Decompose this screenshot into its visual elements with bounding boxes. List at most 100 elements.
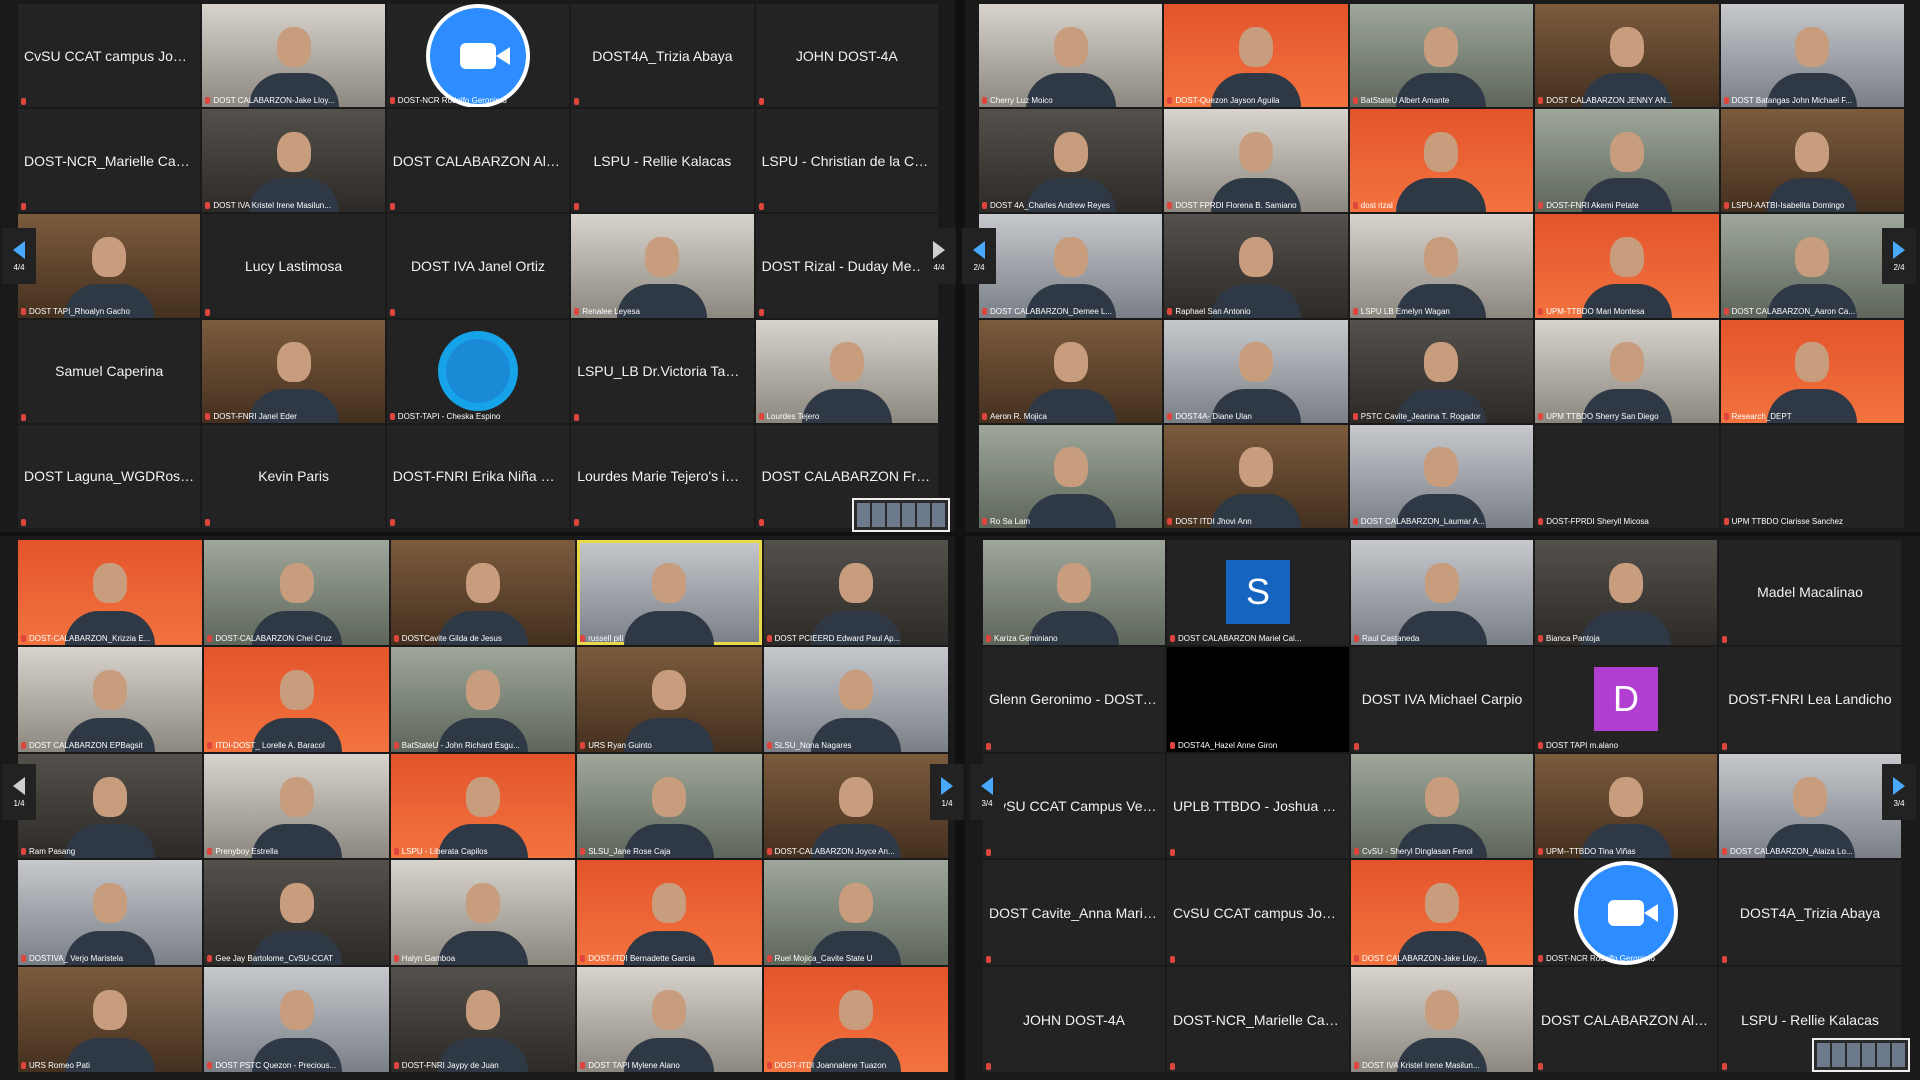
participant-tile[interactable]: Prenyboy Estrella — [204, 753, 389, 859]
participant-tile[interactable]: DOST TAPI Mylene Alano — [577, 967, 762, 1072]
participant-tile[interactable]: Raphael San Antonio — [1164, 214, 1348, 318]
next-page-button[interactable]: 4/4 — [922, 228, 956, 284]
participant-tile[interactable]: Gee Jay Bartolome_CvSU-CCAT — [204, 860, 389, 966]
prev-page-button[interactable]: 4/4 — [2, 228, 36, 284]
participant-tile[interactable]: UPM TTBDO Clarisse Sanchez — [1720, 424, 1904, 528]
participant-tile[interactable]: DOST-NCR Rodolfo Geronimo — [1535, 860, 1717, 966]
participant-tile[interactable]: BatStateU Albert Amante — [1349, 4, 1534, 108]
participant-tile[interactable]: CvSU CCAT campus John... — [1167, 860, 1349, 966]
next-page-button[interactable]: 1/4 — [930, 764, 964, 820]
next-page-button[interactable]: 2/4 — [1882, 228, 1916, 284]
participant-tile[interactable]: Madel Macalinao — [1719, 540, 1901, 645]
participant-tile[interactable]: Aeron R. Mojica — [979, 319, 1163, 423]
participant-tile[interactable]: DOST-FNRI Lea Landicho — [1719, 646, 1901, 752]
participant-tile[interactable]: russell pili — [577, 540, 762, 645]
participant-tile[interactable]: DOST CALABARZON EPBagsit — [18, 646, 203, 752]
participant-tile[interactable]: LSPU - Rellie Kalacas — [571, 109, 754, 213]
participant-tile[interactable]: Kariza Geminiano — [983, 540, 1165, 645]
participant-tile[interactable]: DOST CALABARZON Aldwi... — [1535, 967, 1717, 1072]
participant-tile[interactable]: DOST4A_Hazel Anne Giron — [1167, 646, 1349, 752]
minimized-video-view[interactable] — [852, 498, 950, 532]
participant-tile[interactable]: JOHN DOST-4A — [755, 4, 938, 108]
participant-tile[interactable]: DOST-NCR_Marielle Canlas — [1167, 967, 1349, 1072]
participant-tile[interactable]: UPM TTBDO Sherry San Diego — [1535, 319, 1719, 423]
participant-tile[interactable]: Ro Sa Lam — [979, 424, 1163, 528]
prev-page-button[interactable]: 1/4 — [2, 764, 36, 820]
participant-tile[interactable]: DOST-CALABARZON_Krizzia E... — [18, 540, 203, 645]
participant-tile[interactable]: DOST-TAPI - Cheska Espino — [386, 319, 570, 423]
participant-tile[interactable]: DOST Batangas John Michael F... — [1720, 4, 1904, 108]
participant-tile[interactable]: DOST Cavite_Anna Marie S... — [983, 860, 1165, 966]
participant-tile[interactable]: Lourdes Marie Tejero's iPad — [571, 424, 754, 528]
participant-tile[interactable]: Lourdes Tejero — [755, 319, 938, 423]
participant-tile[interactable]: DOST CALABARZON_Laumar A... — [1349, 424, 1534, 528]
participant-tile[interactable]: DOST CALABARZON_Alaiza Lo... — [1719, 753, 1901, 859]
participant-tile[interactable]: URS Romeo Pati — [18, 967, 203, 1072]
participant-tile[interactable]: DOST IVA Kristel Irene Masilun... — [202, 109, 385, 213]
participant-tile[interactable]: DOST CALABARZON JENNY AN... — [1535, 4, 1719, 108]
participant-tile[interactable]: JOHN DOST-4A — [983, 967, 1165, 1072]
participant-tile[interactable]: DOST Laguna_WGDRosario — [18, 424, 201, 528]
participant-tile[interactable]: SLSU_Nona Nagares — [763, 646, 948, 752]
participant-tile[interactable]: LSPU LB Emelyn Wagan — [1349, 214, 1534, 318]
participant-tile[interactable]: DOST4A_Trizia Abaya — [571, 4, 754, 108]
participant-tile[interactable]: DOST-FNRI Janel Eder — [202, 319, 385, 423]
participant-tile[interactable]: DOST TAPI_Rhoalyn Gacho — [18, 214, 201, 318]
participant-tile[interactable]: DOST CALABARZON_Demee L... — [979, 214, 1163, 318]
participant-tile[interactable]: UPM--TTBDO Tina Viñas — [1535, 753, 1717, 859]
participant-tile[interactable]: DOST4A_Trizia Abaya — [1719, 860, 1901, 966]
participant-tile[interactable]: DOST-Quezon Jayson Aguila — [1164, 4, 1348, 108]
participant-tile[interactable]: LSPU - Liberata Capilos — [390, 753, 576, 859]
participant-tile[interactable]: DOST Rizal - Duday Medina — [755, 214, 938, 318]
participant-tile[interactable]: DOST-NCR Rodolfo Geronimo — [386, 4, 570, 108]
participant-tile[interactable]: DOST-NCR_Marielle Canlas — [18, 109, 201, 213]
participant-tile[interactable]: DOSTIVA_ Verjo Maristela — [18, 860, 203, 966]
participant-tile[interactable]: CvSU CCAT Campus Venn... — [983, 753, 1165, 859]
participant-tile[interactable]: SLSU_Jane Rose Caja — [577, 753, 762, 859]
participant-tile[interactable]: DOST 4A_Charles Andrew Reyes — [979, 109, 1163, 213]
participant-tile[interactable]: Lucy Lastimosa — [202, 214, 385, 318]
participant-tile[interactable]: URS Ryan Guinto — [577, 646, 762, 752]
participant-tile[interactable]: ITDI-DOST_ Lorelle A. Baracol — [204, 646, 389, 752]
prev-page-button[interactable]: 3/4 — [970, 764, 1004, 820]
participant-tile[interactable]: Cherry Luz Moico — [979, 4, 1163, 108]
participant-tile[interactable]: DOST-FPRDI Sheryll Micosa — [1535, 424, 1719, 528]
participant-tile[interactable]: BatStateU - John Richard Esgu... — [390, 646, 576, 752]
participant-tile[interactable]: DOST-CALABARZON Chel Cruz — [204, 540, 389, 645]
participant-tile[interactable]: DOST-ITDI Bernadette Garcia — [577, 860, 762, 966]
prev-page-button[interactable]: 2/4 — [962, 228, 996, 284]
participant-tile[interactable]: DOST-FNRI Akemi Petate — [1535, 109, 1719, 213]
participant-tile[interactable]: Raul Castaneda — [1351, 540, 1533, 645]
participant-tile[interactable]: D DOST TAPI m.alano — [1535, 646, 1717, 752]
participant-tile[interactable]: DOST IVA Kristel Irene Masilun... — [1351, 967, 1533, 1072]
participant-tile[interactable]: CvSU - Sheryl Dinglasan Fenol — [1351, 753, 1533, 859]
participant-tile[interactable]: DOST-FNRI Erika Niña Bac... — [386, 424, 570, 528]
participant-tile[interactable]: LSPU-AATBI-Isabelita Domingo — [1720, 109, 1904, 213]
participant-tile[interactable]: Halyn Gamboa — [390, 860, 576, 966]
participant-tile[interactable]: DOST-CALABARZON Joyce An... — [763, 753, 948, 859]
participant-tile[interactable]: UPM-TTBDO Mari Montesa — [1535, 214, 1719, 318]
participant-tile[interactable]: DOST CALABARZON-Jake Lloy... — [202, 4, 385, 108]
participant-tile[interactable]: DOST CALABARZON_Aaron Ca... — [1720, 214, 1904, 318]
participant-tile[interactable]: dost rizal — [1349, 109, 1534, 213]
participant-tile[interactable]: DOST CALABARZON-Jake Lloy... — [1351, 860, 1533, 966]
participant-tile[interactable]: DOST-ITDI Joannalene Tuazon — [763, 967, 948, 1072]
participant-tile[interactable]: DOST PSTC Quezon - Precious... — [204, 967, 389, 1072]
participant-tile[interactable]: DOST-FNRI Jaypy de Juan — [390, 967, 576, 1072]
participant-tile[interactable]: CvSU CCAT campus John... — [18, 4, 201, 108]
participant-tile[interactable]: DOST CALABARZON Aldwi... — [386, 109, 570, 213]
participant-tile[interactable]: DOST4A- Diane Ulan — [1164, 319, 1348, 423]
participant-tile[interactable]: DOST FPRDI Florena B. Samiano — [1164, 109, 1348, 213]
participant-tile[interactable]: Ruel Mojica_Cavite State U — [763, 860, 948, 966]
participant-tile[interactable]: LSPU - Christian de la Cruz — [755, 109, 938, 213]
participant-tile[interactable]: DOST IVA Michael Carpio — [1351, 646, 1533, 752]
participant-tile[interactable]: PSTC Cavite_Jeanina T. Rogador — [1349, 319, 1534, 423]
participant-tile[interactable]: S DOST CALABARZON Mariel Cal... — [1167, 540, 1349, 645]
participant-tile[interactable]: DOSTCavite Gilda de Jesus — [390, 540, 576, 645]
participant-tile[interactable]: Renalee Leyesa — [571, 214, 754, 318]
participant-tile[interactable]: DOST PCIEERD Edward Paul Ap... — [763, 540, 948, 645]
participant-tile[interactable]: Bianca Pantoja — [1535, 540, 1717, 645]
participant-tile[interactable]: Research_DEPT — [1720, 319, 1904, 423]
participant-tile[interactable]: DOST IVA Janel Ortiz — [386, 214, 570, 318]
participant-tile[interactable]: Ram Pasang — [18, 753, 203, 859]
